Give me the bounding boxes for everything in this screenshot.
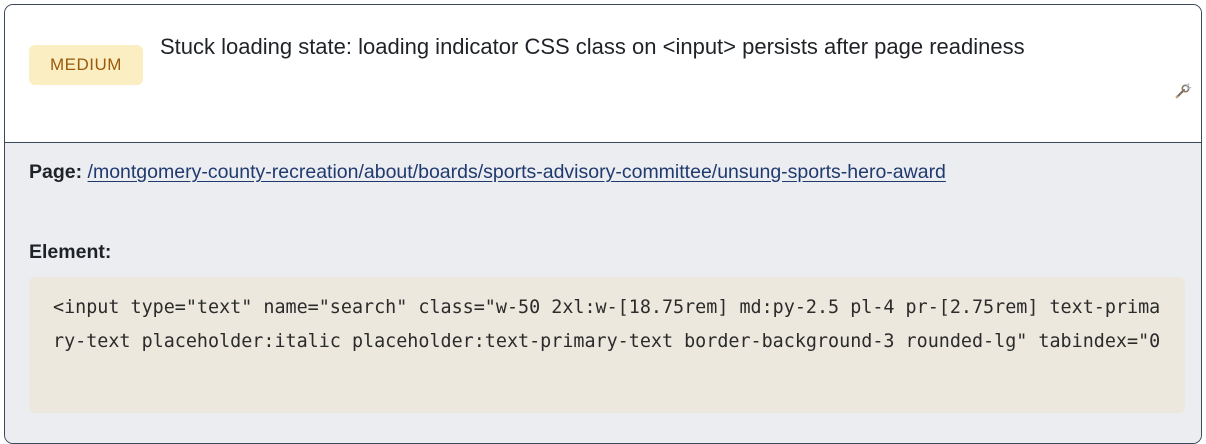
issue-title: Stuck loading state: loading indicator C…	[160, 34, 1025, 59]
element-label: Element:	[29, 241, 112, 263]
page-row: Page: /montgomery-county-recreation/abou…	[29, 153, 1189, 191]
page-label: Page:	[29, 161, 83, 183]
wrench-tool-icon	[1173, 81, 1193, 101]
issue-card: MEDIUM Stuck loading state: loading indi…	[4, 4, 1202, 444]
severity-badge: MEDIUM	[29, 45, 143, 85]
issue-details: Page: /montgomery-county-recreation/abou…	[5, 143, 1201, 443]
page-url-link[interactable]: /montgomery-county-recreation/about/boar…	[88, 161, 946, 183]
issue-header[interactable]: MEDIUM Stuck loading state: loading indi…	[5, 5, 1201, 143]
element-code-block: <input type="text" name="search" class="…	[29, 277, 1185, 413]
